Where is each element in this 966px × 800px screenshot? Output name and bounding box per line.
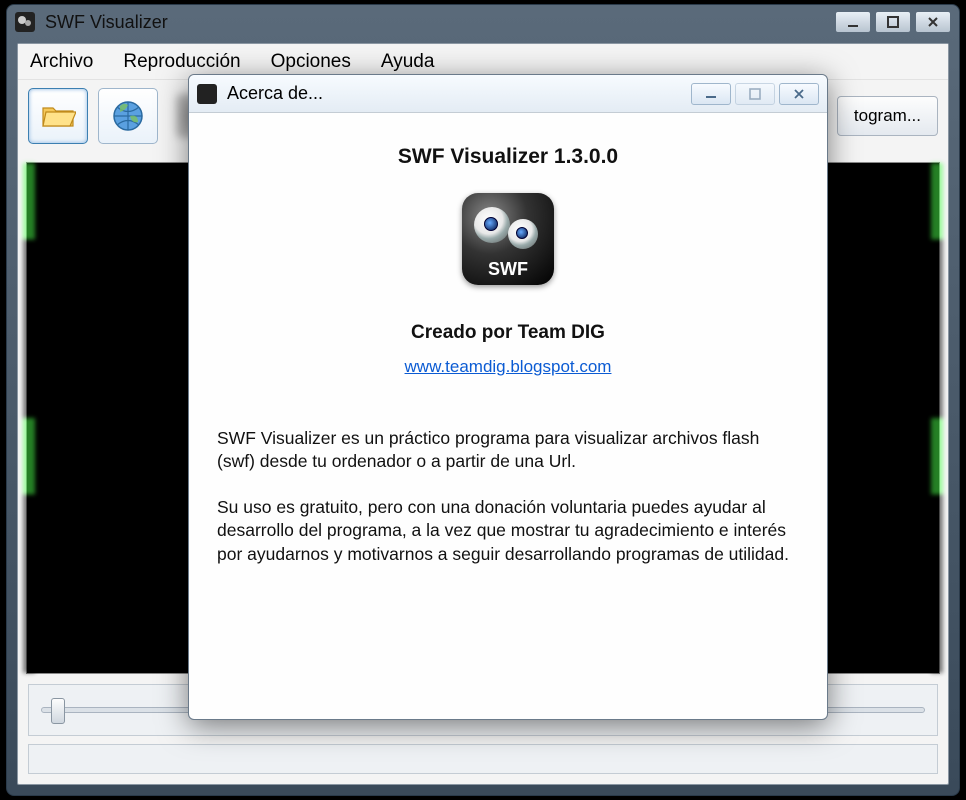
status-bar — [28, 744, 938, 774]
menu-options[interactable]: Opciones — [271, 51, 351, 73]
about-paragraph-2: Su uso es gratuito, pero con una donació… — [217, 496, 799, 567]
seek-slider-thumb[interactable] — [51, 698, 65, 724]
menu-file[interactable]: Archivo — [30, 51, 93, 73]
window-title: SWF Visualizer — [45, 12, 831, 33]
open-file-button[interactable] — [28, 88, 88, 144]
about-heading: SWF Visualizer 1.3.0.0 — [217, 143, 799, 171]
about-paragraph-1: SWF Visualizer es un práctico programa p… — [217, 427, 799, 474]
swf-logo-icon: SWF — [462, 193, 554, 285]
globe-icon — [110, 98, 146, 134]
dialog-close-button[interactable] — [779, 83, 819, 105]
dialog-minimize-button[interactable] — [691, 83, 731, 105]
open-url-button[interactable] — [98, 88, 158, 144]
app-icon — [197, 84, 217, 104]
about-titlebar[interactable]: Acerca de... — [189, 75, 827, 113]
about-title: Acerca de... — [227, 83, 687, 104]
frame-button[interactable]: togram... — [837, 96, 938, 136]
maximize-button[interactable] — [875, 11, 911, 33]
main-titlebar[interactable]: SWF Visualizer — [7, 5, 959, 39]
about-body: SWF Visualizer 1.3.0.0 SWF Creado por Te… — [189, 113, 827, 607]
about-creator: Creado por Team DIG — [217, 320, 799, 346]
about-icon-wrap: SWF — [217, 193, 799, 292]
menu-help[interactable]: Ayuda — [381, 51, 435, 73]
minimize-button[interactable] — [835, 11, 871, 33]
about-dialog: Acerca de... SWF Visualizer 1.3.0.0 SWF … — [188, 74, 828, 720]
app-icon — [15, 12, 35, 32]
swf-logo-label: SWF — [462, 257, 554, 281]
close-button[interactable] — [915, 11, 951, 33]
dialog-maximize-button — [735, 83, 775, 105]
about-link[interactable]: www.teamdig.blogspot.com — [217, 356, 799, 379]
folder-open-icon — [40, 98, 76, 134]
menu-playback[interactable]: Reproducción — [123, 51, 240, 73]
